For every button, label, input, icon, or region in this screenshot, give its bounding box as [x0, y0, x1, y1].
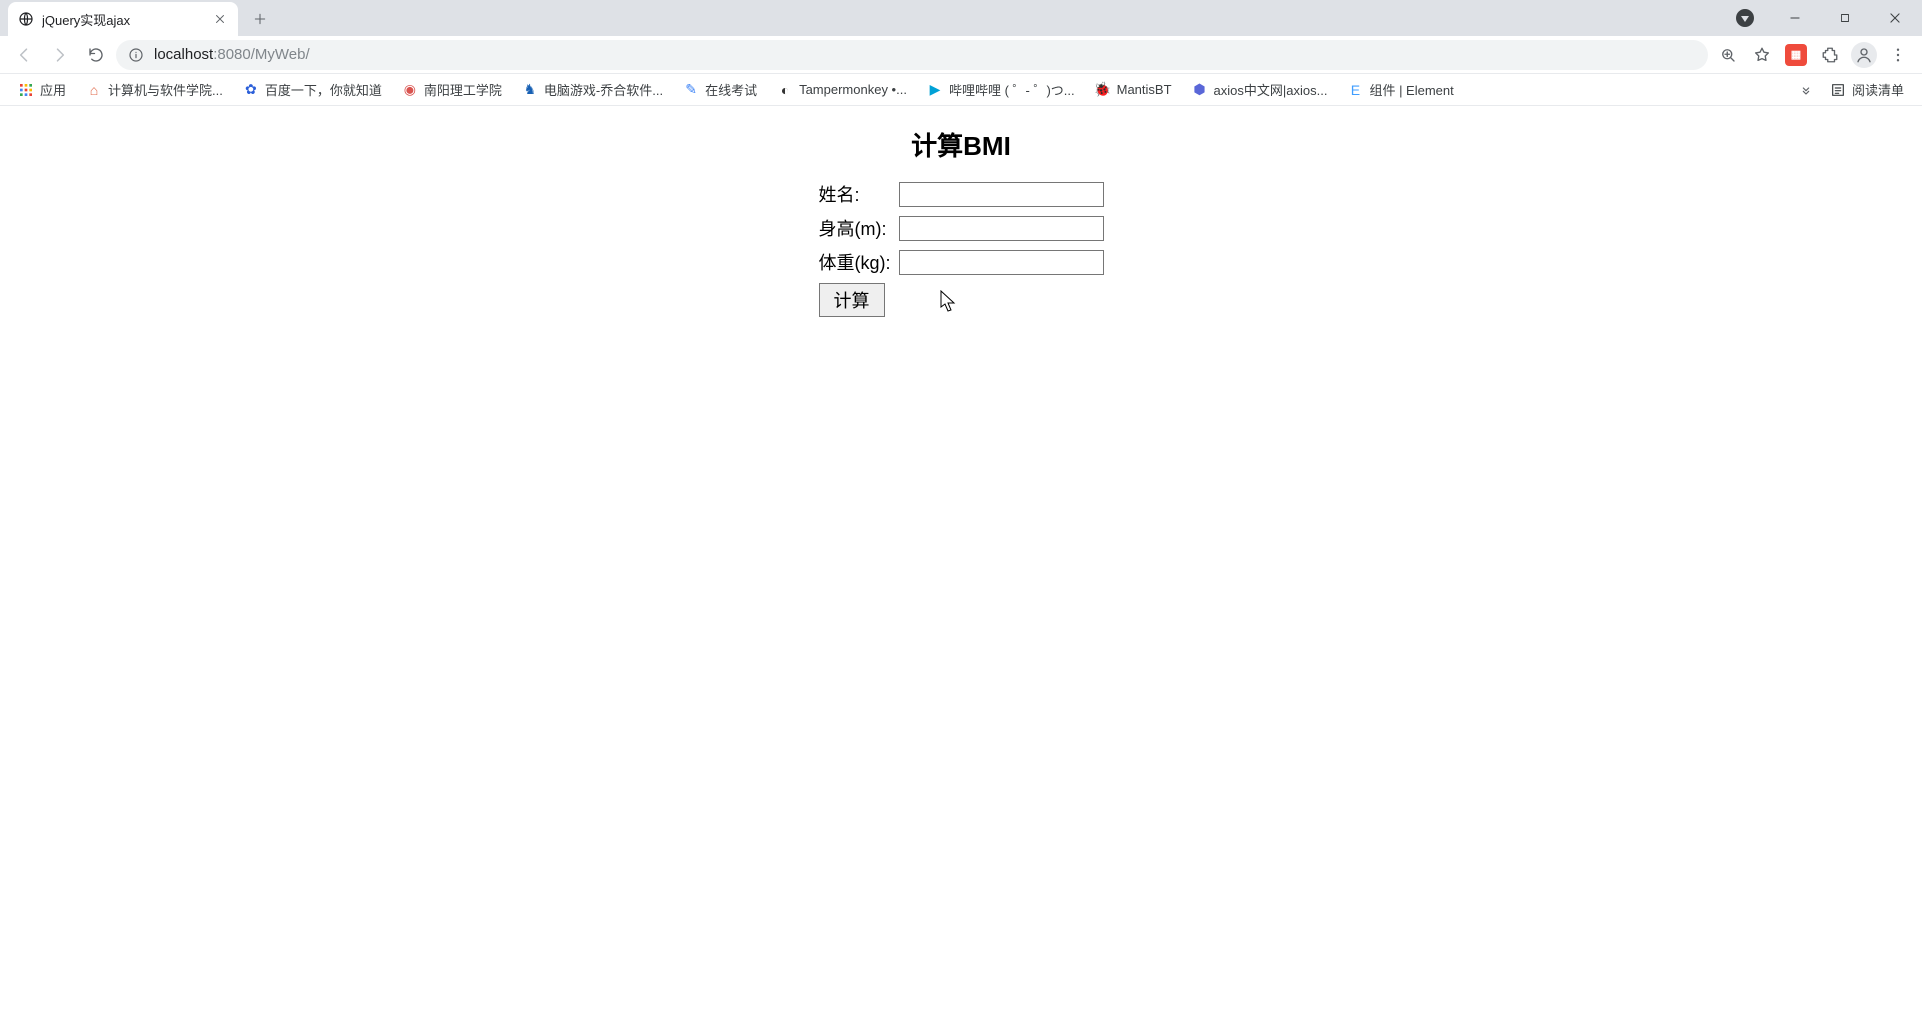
bookmark-label: 在线考试 — [705, 80, 757, 99]
bookmark-favicon-icon: E — [1347, 82, 1363, 98]
new-tab-button[interactable] — [246, 5, 274, 33]
browser-tab[interactable]: jQuery实现ajax — [8, 2, 238, 36]
bookmark-label: 组件 | Element — [1369, 80, 1453, 99]
height-input[interactable] — [899, 216, 1104, 241]
reload-button[interactable] — [80, 39, 112, 71]
calculate-button[interactable]: 计算 — [819, 283, 885, 317]
bookmark-item[interactable]: ✿ 百度一下，你就知道 — [235, 76, 390, 103]
page-title: 计算BMI — [911, 126, 1011, 163]
reading-list-button[interactable]: 阅读清单 — [1822, 76, 1912, 103]
profile-avatar[interactable] — [1848, 39, 1880, 71]
form-row: 身高(m): — [817, 211, 1106, 245]
reading-list-label: 阅读清单 — [1852, 80, 1904, 99]
bookmark-favicon-icon: 🐞 — [1095, 82, 1111, 98]
form-row: 姓名: — [817, 177, 1106, 211]
name-input[interactable] — [899, 182, 1104, 207]
page-viewport: 计算BMI 姓名:身高(m):体重(kg): 计算 — [0, 106, 1922, 1032]
globe-icon — [18, 11, 34, 27]
bookmark-item[interactable]: ⬢ axios中文网|axios... — [1184, 76, 1336, 103]
bookmark-favicon-icon: ✿ — [243, 82, 259, 98]
account-indicator-icon[interactable] — [1722, 3, 1768, 33]
bookmark-favicon-icon: ◉ — [402, 82, 418, 98]
url-text: localhost:8080/MyWeb/ — [154, 46, 1696, 63]
forward-button[interactable] — [44, 39, 76, 71]
site-info-icon[interactable] — [128, 47, 144, 63]
bookmark-item[interactable]: 🐞 MantisBT — [1087, 78, 1180, 102]
window-controls — [1722, 0, 1922, 36]
reading-list-icon — [1830, 82, 1846, 98]
bookmark-label: 计算机与软件学院... — [108, 80, 223, 99]
bookmark-label: Tampermonkey •... — [799, 82, 907, 97]
bookmark-label: MantisBT — [1117, 82, 1172, 97]
bookmark-label: 电脑游戏-乔合软件... — [544, 80, 663, 99]
bookmark-favicon-icon: ♞ — [522, 82, 538, 98]
bmi-form: 姓名:身高(m):体重(kg): 计算 — [817, 177, 1106, 321]
bookmark-item[interactable]: ⌂ 计算机与软件学院... — [78, 76, 231, 103]
bookmark-label: 百度一下，你就知道 — [265, 80, 382, 99]
window-close-button[interactable] — [1872, 3, 1918, 33]
maximize-button[interactable] — [1822, 3, 1868, 33]
extensions-icon[interactable] — [1814, 39, 1846, 71]
minimize-button[interactable] — [1772, 3, 1818, 33]
bookmark-item[interactable]: ◉ 南阳理工学院 — [394, 76, 510, 103]
bookmarks-bar: 应用 ⌂ 计算机与软件学院... ✿ 百度一下，你就知道 ◉ 南阳理工学院 ♞ 电脑游戏-乔合… — [0, 74, 1922, 106]
bookmark-favicon-icon: ◐ — [777, 82, 793, 98]
zoom-icon[interactable] — [1712, 39, 1744, 71]
apps-label: 应用 — [40, 80, 66, 99]
address-bar[interactable]: localhost:8080/MyWeb/ — [116, 40, 1708, 70]
bookmark-favicon-icon: ⬢ — [1192, 82, 1208, 98]
bookmark-label: axios中文网|axios... — [1214, 80, 1328, 99]
bookmark-item[interactable]: ▶ 哔哩哔哩 ( ゜- ゜)つ... — [919, 76, 1083, 103]
apps-icon — [18, 82, 34, 98]
bookmark-favicon-icon: ✎ — [683, 82, 699, 98]
bookmark-label: 南阳理工学院 — [424, 80, 502, 99]
star-icon[interactable] — [1746, 39, 1778, 71]
bookmark-item[interactable]: E 组件 | Element — [1339, 76, 1461, 103]
weight-input[interactable] — [899, 250, 1104, 275]
toolbar: localhost:8080/MyWeb/ ▦ — [0, 36, 1922, 74]
field-label: 身高(m): — [817, 211, 897, 245]
extension-item[interactable]: ▦ — [1780, 39, 1812, 71]
field-label: 姓名: — [817, 177, 897, 211]
bookmark-label: 哔哩哔哩 ( ゜- ゜)つ... — [949, 80, 1075, 99]
bookmark-favicon-icon: ▶ — [927, 82, 943, 98]
bookmark-item[interactable]: ✎ 在线考试 — [675, 76, 765, 103]
bookmark-favicon-icon: ⌂ — [86, 82, 102, 98]
bookmarks-overflow-icon[interactable] — [1794, 82, 1818, 98]
field-label: 体重(kg): — [817, 245, 897, 279]
bookmark-item[interactable]: ◐ Tampermonkey •... — [769, 78, 915, 102]
tab-title: jQuery实现ajax — [42, 10, 212, 29]
tab-strip: jQuery实现ajax — [0, 0, 1922, 36]
form-row: 体重(kg): — [817, 245, 1106, 279]
bookmark-item[interactable]: ♞ 电脑游戏-乔合软件... — [514, 76, 671, 103]
close-tab-icon[interactable] — [212, 11, 228, 27]
apps-shortcut[interactable]: 应用 — [10, 76, 74, 103]
kebab-menu-icon[interactable] — [1882, 39, 1914, 71]
back-button[interactable] — [8, 39, 40, 71]
